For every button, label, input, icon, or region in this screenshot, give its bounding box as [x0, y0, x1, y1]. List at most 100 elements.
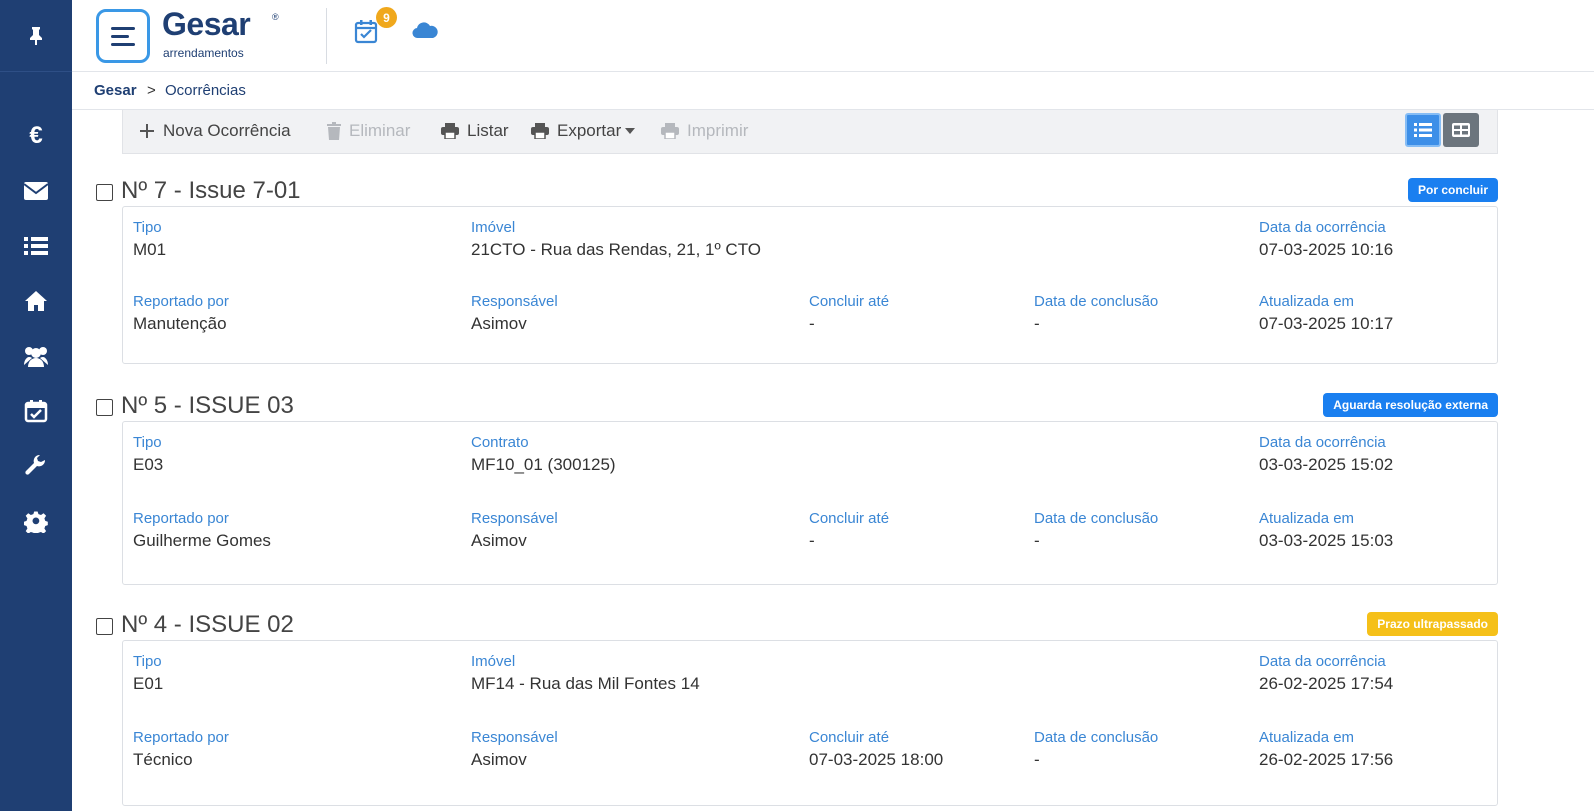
field-value: Guilherme Gomes	[133, 531, 271, 550]
new-occurrence-label: Nova Ocorrência	[163, 121, 291, 140]
status-badge: Prazo ultrapassado	[1367, 612, 1498, 636]
printer-icon	[441, 123, 459, 139]
breadcrumb-current: Ocorrências	[165, 82, 246, 99]
logo-text: Gesar	[162, 6, 251, 42]
delete-label: Eliminar	[349, 121, 411, 140]
list-button[interactable]: Listar	[441, 118, 509, 144]
status-badge: Aguarda resolução externa	[1323, 393, 1498, 417]
breadcrumb-separator: >	[147, 82, 156, 99]
field-label: Contrato	[471, 434, 529, 451]
sidebar-item-messages[interactable]	[0, 171, 72, 211]
cloud-button[interactable]	[412, 20, 442, 48]
occurrence-title[interactable]: Nº 4 - ISSUE 02	[121, 611, 294, 639]
toolbar: Nova Ocorrência Eliminar Listar Exportar…	[122, 110, 1498, 154]
sidebar: €	[0, 0, 72, 811]
list-icon	[1414, 123, 1432, 137]
field-reportado-por: Reportado por Manutenção	[133, 293, 229, 336]
field-label: Atualizada em	[1259, 729, 1355, 746]
field-data-ocorrencia: Data da ocorrência 07-03-2025 10:16	[1259, 219, 1393, 262]
occurrence-details[interactable]: Tipo M01 Imóvel 21CTO - Rua das Rendas, 21…	[122, 206, 1498, 364]
field-label: Responsável	[471, 293, 558, 310]
users-icon	[24, 347, 48, 367]
field-value: Asimov	[471, 314, 527, 333]
field-value: 03-03-2025 15:02	[1259, 455, 1394, 474]
sidebar-item-list[interactable]	[0, 226, 72, 266]
wrench-icon	[25, 454, 46, 475]
field-value: 26-02-2025 17:56	[1259, 750, 1394, 769]
occurrence-details[interactable]: Tipo E01 Imóvel MF14 - Rua das Mil Fontes …	[122, 640, 1498, 806]
field-data-conclusao: Data de conclusão -	[1034, 729, 1158, 772]
pin-icon	[30, 26, 42, 45]
field-responsavel: Responsável Asimov	[471, 293, 558, 336]
occurrence-details[interactable]: Tipo E03 Contrato MF10_01 (300125) Data da…	[122, 421, 1498, 585]
field-label: Tipo	[133, 219, 162, 236]
field-tipo: Tipo M01	[133, 219, 166, 262]
field-value: MF10_01 (300125)	[471, 455, 616, 474]
calendar-check-icon	[354, 20, 378, 44]
field-concluir-ate: Concluir até -	[809, 510, 889, 553]
field-data-ocorrencia: Data da ocorrência 03-03-2025 15:02	[1259, 434, 1393, 477]
field-label: Data de conclusão	[1034, 729, 1159, 746]
sidebar-item-settings[interactable]	[0, 501, 72, 541]
export-label: Exportar	[557, 121, 622, 140]
field-label: Reportado por	[133, 510, 229, 527]
field-value: -	[1034, 314, 1040, 333]
occurrence-title[interactable]: Nº 5 - ISSUE 03	[121, 392, 294, 420]
plus-icon	[140, 124, 154, 138]
occurrence-card: Nº 5 - ISSUE 03 Aguarda resolução extern…	[96, 391, 1498, 585]
field-label: Concluir até	[809, 293, 890, 310]
breadcrumb-root[interactable]: Gesar	[94, 82, 137, 99]
list-view-button[interactable]	[1405, 113, 1441, 147]
field-imovel: Imóvel 21CTO - Rua das Rendas, 21, 1º CTO	[471, 219, 761, 262]
field-label: Concluir até	[809, 729, 890, 746]
field-label: Tipo	[133, 434, 162, 451]
sidebar-item-tools[interactable]	[0, 446, 72, 486]
field-value: -	[1034, 750, 1040, 769]
field-concluir-ate: Concluir até -	[809, 293, 889, 336]
euro-icon: €	[29, 122, 43, 149]
trash-icon	[327, 122, 341, 140]
field-label: Atualizada em	[1259, 293, 1355, 310]
field-label: Imóvel	[471, 219, 516, 236]
field-contrato: Contrato MF10_01 (300125)	[471, 434, 616, 477]
field-value: -	[809, 314, 815, 333]
breadcrumb: Gesar > Ocorrências	[72, 72, 1594, 110]
grid-view-button[interactable]	[1443, 113, 1479, 147]
field-value: M01	[133, 240, 167, 259]
field-atualizada-em: Atualizada em 26-02-2025 17:56	[1259, 729, 1393, 772]
sidebar-item-people[interactable]	[0, 336, 72, 376]
field-data-ocorrencia: Data da ocorrência 26-02-2025 17:54	[1259, 653, 1393, 696]
occurrence-checkbox[interactable]	[96, 618, 113, 635]
field-data-conclusao: Data de conclusão -	[1034, 293, 1158, 336]
delete-button[interactable]: Eliminar	[327, 118, 410, 144]
sidebar-item-properties[interactable]	[0, 281, 72, 321]
field-responsavel: Responsável Asimov	[471, 729, 558, 772]
printer-icon	[661, 123, 679, 139]
notifications-badge: 9	[376, 7, 397, 28]
occurrence-title[interactable]: Nº 7 - Issue 7-01	[121, 177, 301, 205]
print-button[interactable]: Imprimir	[661, 118, 748, 144]
new-occurrence-button[interactable]: Nova Ocorrência	[139, 118, 291, 144]
field-label: Data de conclusão	[1034, 293, 1159, 310]
pin-button[interactable]	[0, 0, 72, 72]
field-tipo: Tipo E03	[133, 434, 163, 477]
calendar-check-icon	[24, 400, 48, 423]
caret-down-icon	[625, 128, 636, 134]
app: € Gesar ® arrendamentos 9 Gesar > Ocorrê…	[0, 0, 1594, 811]
field-label: Tipo	[133, 653, 162, 670]
occurrence-checkbox[interactable]	[96, 184, 113, 201]
header: Gesar ® arrendamentos 9	[72, 0, 1594, 72]
grid-icon	[1452, 123, 1470, 137]
field-label: Responsável	[471, 729, 558, 746]
occurrence-checkbox[interactable]	[96, 399, 113, 416]
field-label: Data da ocorrência	[1259, 219, 1386, 236]
field-value: -	[809, 531, 815, 550]
sidebar-item-finance[interactable]: €	[0, 116, 72, 156]
field-atualizada-em: Atualizada em 07-03-2025 10:17	[1259, 293, 1393, 336]
sidebar-item-calendar[interactable]	[0, 391, 72, 431]
printer-icon	[531, 123, 549, 139]
gear-icon	[24, 511, 48, 533]
export-button[interactable]: Exportar	[531, 118, 636, 144]
field-label: Imóvel	[471, 653, 516, 670]
field-responsavel: Responsável Asimov	[471, 510, 558, 553]
